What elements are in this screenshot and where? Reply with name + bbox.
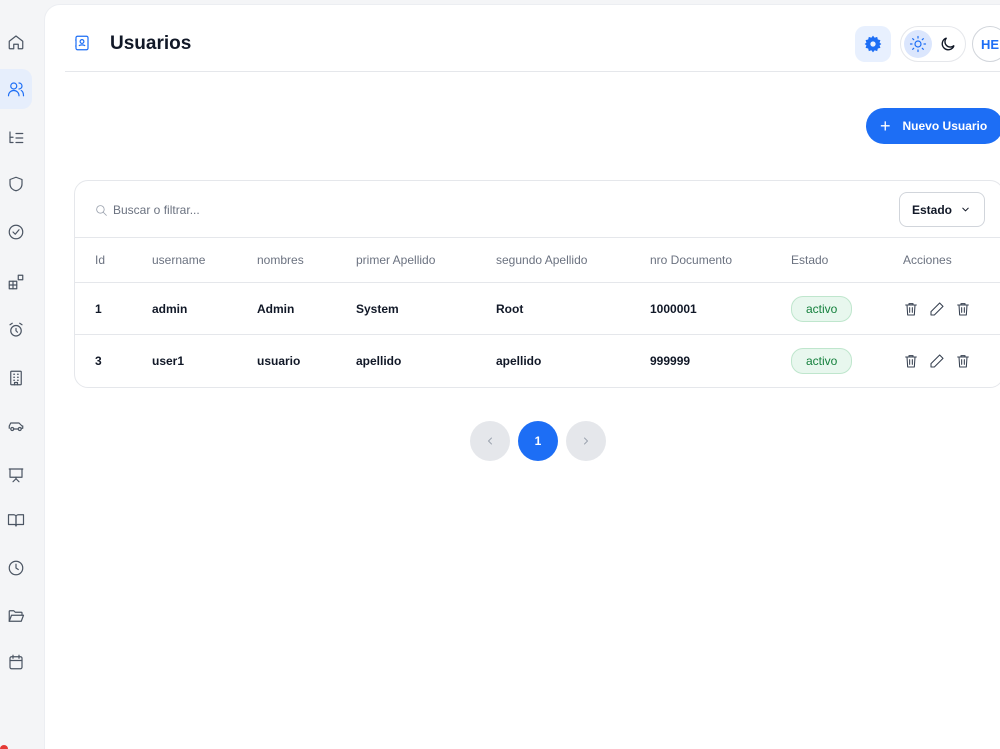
book-open-icon xyxy=(7,514,25,527)
sidebar-item-presentations[interactable] xyxy=(0,455,32,495)
sidebar-item-users[interactable] xyxy=(0,69,32,109)
calendar-icon xyxy=(9,654,23,670)
sidebar-item-modules[interactable] xyxy=(0,262,32,302)
main-panel: Usuarios HE + Nuevo Usuario Estado xyxy=(44,4,1000,749)
cell-username: admin xyxy=(152,301,188,316)
chevron-left-icon xyxy=(488,437,492,445)
cell-primer-apellido: apellido xyxy=(356,354,402,368)
column-header-segundo-apellido[interactable]: segundo Apellido xyxy=(496,253,587,267)
table-row[interactable]: 1 admin Admin System Root 1000001 activo xyxy=(75,283,1000,335)
home-icon xyxy=(8,35,24,50)
clock-icon xyxy=(8,560,24,576)
moon-icon xyxy=(941,37,955,51)
column-header-acciones: Acciones xyxy=(903,253,952,267)
trash-icon[interactable] xyxy=(955,301,971,317)
cell-primer-apellido: System xyxy=(356,301,399,316)
sidebar-item-files[interactable] xyxy=(0,596,32,636)
building-icon xyxy=(10,370,22,386)
car-icon xyxy=(8,422,24,432)
column-header-nombres[interactable]: nombres xyxy=(257,253,304,267)
sidebar-item-alarms[interactable] xyxy=(0,310,32,350)
dark-mode-button[interactable] xyxy=(937,33,959,55)
settings-button[interactable] xyxy=(855,26,891,62)
sidebar xyxy=(0,0,44,749)
presentation-icon xyxy=(8,468,24,483)
sun-icon xyxy=(909,35,927,53)
column-header-primer-apellido[interactable]: primer Apellido xyxy=(356,253,435,267)
shield-icon xyxy=(9,176,23,192)
sidebar-item-shield[interactable] xyxy=(0,164,32,204)
chevron-right-icon xyxy=(584,437,588,445)
page-title: Usuarios xyxy=(110,33,192,54)
trash-icon[interactable] xyxy=(903,353,919,369)
cell-nro-documento: 1000001 xyxy=(650,301,697,316)
cell-id: 3 xyxy=(95,354,102,368)
theme-toggle[interactable] xyxy=(900,26,966,62)
pencil-icon[interactable] xyxy=(929,301,945,317)
estado-filter-label: Estado xyxy=(912,202,953,217)
sidebar-item-home[interactable] xyxy=(0,22,32,62)
column-header-nro-documento[interactable]: nro Documento xyxy=(650,253,732,267)
sidebar-item-history[interactable] xyxy=(0,548,32,588)
cell-segundo-apellido: Root xyxy=(496,301,524,316)
estado-filter-dropdown[interactable]: Estado xyxy=(899,192,985,227)
new-user-button[interactable]: + Nuevo Usuario xyxy=(866,108,1000,144)
table-toolbar: Estado xyxy=(75,181,1000,238)
alarm-clock-icon xyxy=(9,322,23,337)
gear-icon xyxy=(864,35,882,53)
cell-id: 1 xyxy=(95,301,102,316)
sidebar-item-buildings[interactable] xyxy=(0,358,32,398)
page-header: Usuarios HE xyxy=(65,5,1000,72)
status-badge: activo xyxy=(791,295,853,322)
users-icon xyxy=(7,82,25,97)
notification-dot xyxy=(0,745,8,749)
trash-icon[interactable] xyxy=(903,301,919,317)
list-tree-icon xyxy=(9,131,24,144)
trash-icon[interactable] xyxy=(955,353,971,369)
search-input[interactable] xyxy=(113,199,413,221)
folder-open-icon xyxy=(8,610,25,622)
sidebar-item-list[interactable] xyxy=(0,118,32,158)
cell-username: user1 xyxy=(152,354,185,368)
cell-nombres: usuario xyxy=(257,354,301,368)
cell-segundo-apellido: apellido xyxy=(496,354,542,368)
table-header-row: Id username nombres primer Apellido segu… xyxy=(75,238,1000,283)
users-table-card: Estado Id username nombres primer Apelli… xyxy=(74,180,1000,388)
previous-page-button[interactable] xyxy=(470,421,510,461)
column-header-username[interactable]: username xyxy=(152,253,205,267)
cell-nro-documento: 999999 xyxy=(650,354,691,368)
avatar[interactable]: HE xyxy=(972,26,1000,62)
new-user-label: Nuevo Usuario xyxy=(902,119,988,133)
blocks-icon xyxy=(8,274,24,290)
chevron-down-icon xyxy=(962,207,969,212)
column-header-id[interactable]: Id xyxy=(95,253,105,267)
page-button-current[interactable]: 1 xyxy=(518,421,558,461)
pencil-icon[interactable] xyxy=(929,353,945,369)
table-row[interactable]: 3 user1 usuario apellido apellido 999999… xyxy=(75,335,1000,387)
check-circle-icon xyxy=(8,224,24,240)
sidebar-item-calendar[interactable] xyxy=(0,642,32,682)
row-actions xyxy=(903,301,971,317)
row-actions xyxy=(903,353,971,369)
column-header-estado[interactable]: Estado xyxy=(791,253,828,267)
light-mode-button[interactable] xyxy=(904,30,932,58)
plus-icon: + xyxy=(880,116,891,136)
search-icon xyxy=(95,204,108,217)
sidebar-item-tasks[interactable] xyxy=(0,212,32,252)
contact-card-icon xyxy=(73,34,91,52)
status-badge: activo xyxy=(791,348,853,374)
next-page-button[interactable] xyxy=(566,421,606,461)
sidebar-item-vehicles[interactable] xyxy=(0,406,32,446)
sidebar-item-library[interactable] xyxy=(0,500,32,540)
cell-nombres: Admin xyxy=(257,301,295,316)
